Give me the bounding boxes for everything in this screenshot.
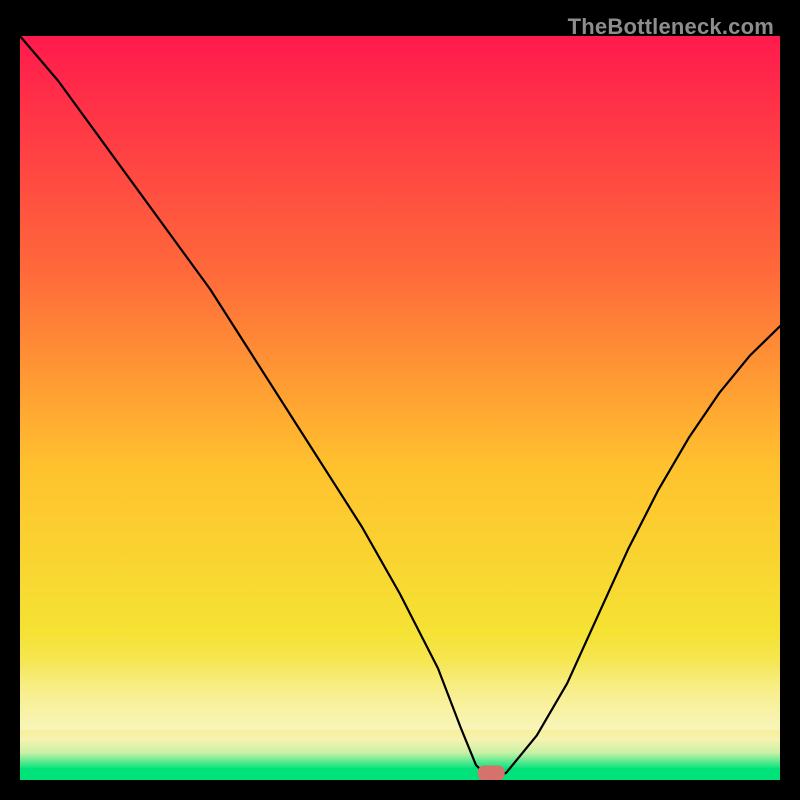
- chart-frame: TheBottleneck.com: [10, 10, 790, 790]
- optimal-point-marker: [478, 766, 504, 780]
- chart-svg: [20, 36, 780, 780]
- plot-area: [20, 36, 780, 780]
- bottleneck-curve: [20, 36, 780, 780]
